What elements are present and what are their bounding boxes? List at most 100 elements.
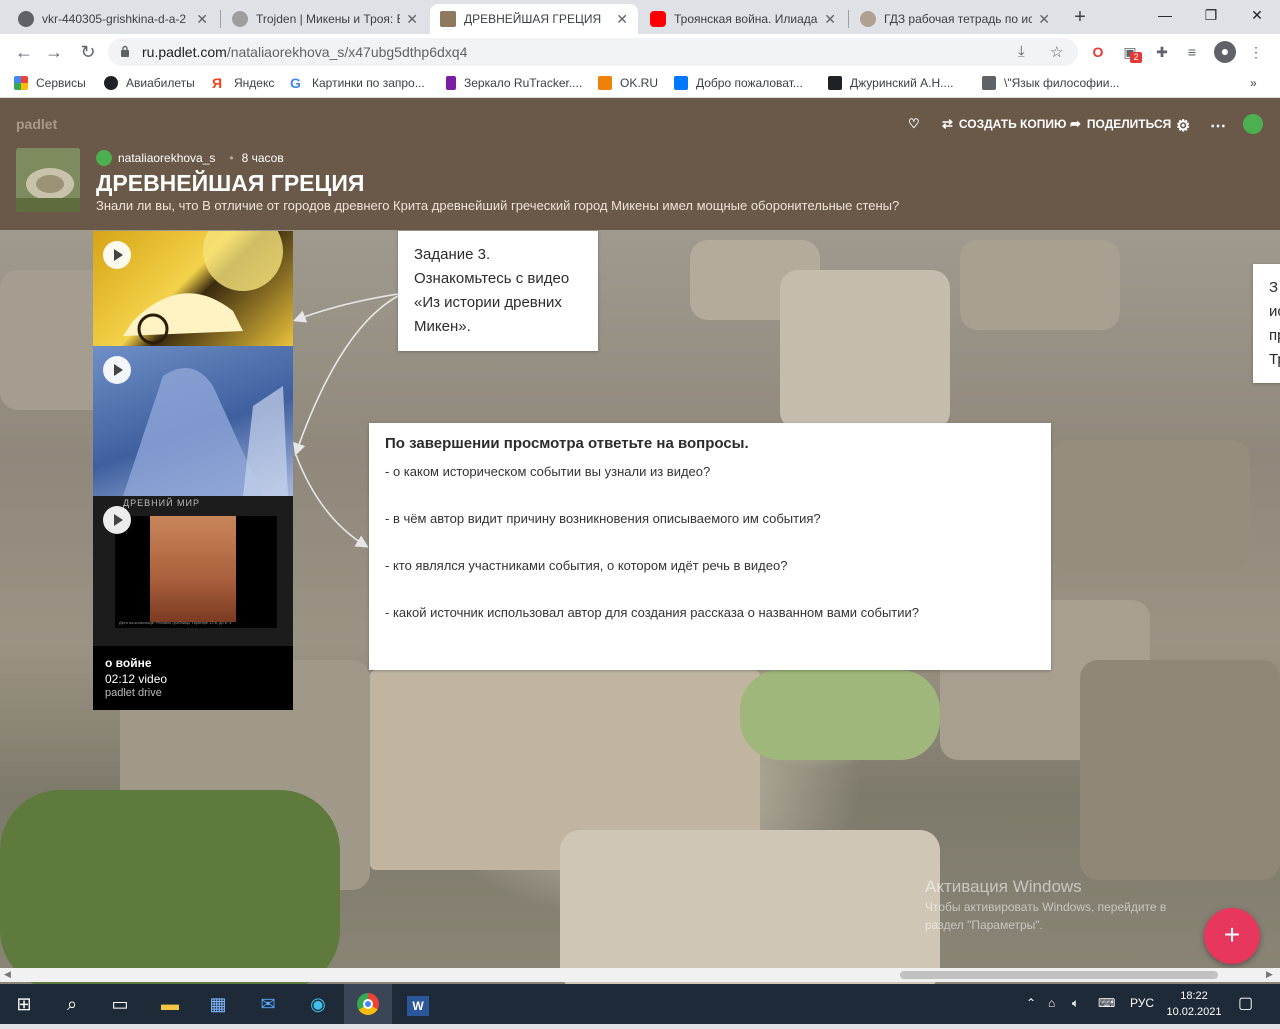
tab-title: ДРЕВНЕЙШАЯ ГРЕЦИЯ xyxy=(464,12,602,26)
questions-card[interactable]: По завершении просмотра ответьте на вопр… xyxy=(369,423,1051,670)
bookmarks-overflow-button[interactable]: » xyxy=(1250,76,1257,90)
bookmark-label: Яндекс xyxy=(234,76,275,90)
bookmark-dzhurinsky[interactable]: Джуринский А.Н.... xyxy=(828,76,954,90)
bookmark-label: Джуринский А.Н.... xyxy=(850,76,954,90)
address-bar[interactable]: ru.padlet.com/nataliaorekhova_s/x47ubg5d… xyxy=(108,38,1078,66)
vk-icon xyxy=(674,76,688,90)
close-icon[interactable]: ✕ xyxy=(616,11,628,28)
watermark-line: Чтобы активировать Windows, перейдите в xyxy=(925,900,1167,914)
bookmark-images[interactable]: G Картинки по запро... xyxy=(290,76,425,90)
watermark-line: Активация Windows xyxy=(925,877,1082,896)
horizontal-scrollbar[interactable]: ◀ ▶ xyxy=(0,968,1280,982)
close-icon[interactable]: ✕ xyxy=(196,11,208,28)
bookmark-philosophy[interactable]: \"Язык философии... xyxy=(982,76,1119,90)
keyboard-icon[interactable]: ⌨ xyxy=(1098,996,1115,1010)
bookmark-ok[interactable]: OK.RU xyxy=(598,76,658,90)
watermark-line: раздел "Параметры". xyxy=(925,918,1043,932)
install-app-icon[interactable]: ⤓ xyxy=(1018,43,1025,60)
bookmark-label: Добро пожаловат... xyxy=(696,76,803,90)
heart-icon xyxy=(860,11,876,27)
tab-divider xyxy=(848,10,849,28)
more-menu-icon[interactable]: ⋮ xyxy=(1246,42,1266,62)
plane-icon xyxy=(104,76,118,90)
partial-line: Тр xyxy=(1269,351,1280,368)
yandex-icon: Я xyxy=(212,75,223,91)
chrome-logo xyxy=(357,993,379,1015)
ok-icon xyxy=(598,76,612,90)
mail-icon[interactable]: ✉ xyxy=(244,984,292,1024)
profile-avatar-icon[interactable]: ● xyxy=(1214,41,1236,63)
bookmark-label: Картинки по запро... xyxy=(312,76,425,90)
task-view-icon[interactable]: ▭ xyxy=(96,984,144,1024)
puzzle-icon[interactable]: ✚ xyxy=(1152,42,1172,62)
minimize-button[interactable]: — xyxy=(1142,0,1188,30)
tab-vkr[interactable]: vkr-440305-grishkina-d-a-2 ✕ xyxy=(8,4,218,34)
url-host: ru.padlet.com xyxy=(142,44,227,60)
network-icon[interactable]: ⌂ xyxy=(1048,996,1055,1010)
add-post-button[interactable]: + xyxy=(1204,908,1260,964)
tab-gdz[interactable]: ГДЗ рабочая тетрадь по ис ✕ xyxy=(850,4,1060,34)
bookmark-label: OK.RU xyxy=(620,76,659,90)
question-item: - кто являлся участниками события, о кот… xyxy=(385,558,788,573)
bookmark-yandex[interactable]: Я Яндекс xyxy=(212,76,274,90)
chrome-icon[interactable] xyxy=(344,984,392,1024)
word-icon[interactable]: W xyxy=(394,984,442,1024)
clock-date: 10.02.2021 xyxy=(1166,1006,1222,1018)
tab-trojden[interactable]: Trojden | Микены и Троя: В ✕ xyxy=(222,4,428,34)
padlet-thumbnail-icon xyxy=(440,11,456,27)
reload-button[interactable]: ↻ xyxy=(76,40,100,64)
opera-extension-icon[interactable]: O xyxy=(1088,42,1108,62)
media-control-icon[interactable]: ≡ xyxy=(1182,42,1202,62)
show-hidden-icons-icon[interactable]: ⌃ xyxy=(1026,996,1036,1010)
word-logo: W xyxy=(407,996,429,1016)
close-icon[interactable]: ✕ xyxy=(824,11,836,28)
question-item: - в чём автор видит причину возникновени… xyxy=(385,511,821,526)
scrollbar-thumb[interactable] xyxy=(900,971,1218,979)
edge-icon[interactable]: ◉ xyxy=(294,984,342,1024)
partial-line: пр xyxy=(1269,327,1280,344)
task-card[interactable]: Задание 3. Ознакомьтесь с видео «Из исто… xyxy=(398,231,598,351)
file-explorer-icon[interactable]: ▬ xyxy=(146,984,194,1024)
new-tab-button[interactable]: + xyxy=(1068,6,1092,30)
youtube-icon xyxy=(650,11,666,27)
questions-title: По завершении просмотра ответьте на вопр… xyxy=(385,435,749,452)
question-item: - какой источник использовал автор для с… xyxy=(385,605,919,620)
system-clock[interactable]: 18:22 10.02.2021 xyxy=(1166,988,1222,1020)
star-icon[interactable]: ☆ xyxy=(1050,43,1063,61)
close-icon[interactable]: ✕ xyxy=(406,11,418,28)
bookmark-label: Авиабилеты xyxy=(126,76,195,90)
back-button[interactable]: ← xyxy=(12,40,36,64)
scroll-left-arrow-icon[interactable]: ◀ xyxy=(4,969,11,980)
forward-button[interactable]: → xyxy=(42,40,66,64)
tab-title: ГДЗ рабочая тетрадь по ис xyxy=(884,12,1033,26)
restore-button[interactable]: ❐ xyxy=(1188,0,1234,30)
close-icon[interactable]: ✕ xyxy=(1038,11,1050,28)
bookmark-vk[interactable]: Добро пожаловат... xyxy=(674,76,803,90)
extension-icon[interactable]: ▣ 2 xyxy=(1120,42,1142,63)
tab-padlet[interactable]: ДРЕВНЕЙШАЯ ГРЕЦИЯ ✕ xyxy=(430,4,638,34)
bookmark-label: Сервисы xyxy=(36,76,86,90)
google-icon: G xyxy=(290,75,301,91)
tab-youtube[interactable]: Троянская война. Илиада. ✕ xyxy=(640,4,846,34)
store-icon[interactable]: ▦ xyxy=(194,984,242,1024)
search-icon[interactable]: ⌕ xyxy=(48,984,96,1024)
partial-card[interactable]: З ис пр Тр xyxy=(1253,264,1280,383)
extension-badge: 2 xyxy=(1130,52,1142,63)
url-path: /nataliaorekhova_s/x47ubg5dthp6dxq4 xyxy=(226,44,468,60)
notifications-icon[interactable]: ▢ xyxy=(1238,993,1253,1013)
url-text: ru.padlet.com/nataliaorekhova_s/x47ubg5d… xyxy=(142,44,467,60)
close-window-button[interactable]: ✕ xyxy=(1234,0,1280,30)
lock-icon xyxy=(121,45,129,57)
bookmark-aviabilety[interactable]: Авиабилеты xyxy=(104,76,195,90)
rutracker-icon xyxy=(446,76,456,90)
tab-title: Троянская война. Илиада. xyxy=(674,12,819,26)
windows-activation-watermark: Активация Windows Чтобы активировать Win… xyxy=(925,877,1166,933)
language-indicator[interactable]: РУС xyxy=(1130,996,1154,1010)
scroll-right-arrow-icon[interactable]: ▶ xyxy=(1266,969,1273,980)
bookmark-rutracker[interactable]: Зеркало RuTracker.... xyxy=(446,76,582,90)
bookmark-site-icon xyxy=(982,76,996,90)
bookmark-services[interactable]: Сервисы xyxy=(14,76,86,90)
tab-title: Trojden | Микены и Троя: В xyxy=(256,12,401,26)
windows-start-icon[interactable]: ⊞ xyxy=(0,984,48,1024)
volume-icon[interactable]: 🔈︎ xyxy=(1072,996,1079,1011)
